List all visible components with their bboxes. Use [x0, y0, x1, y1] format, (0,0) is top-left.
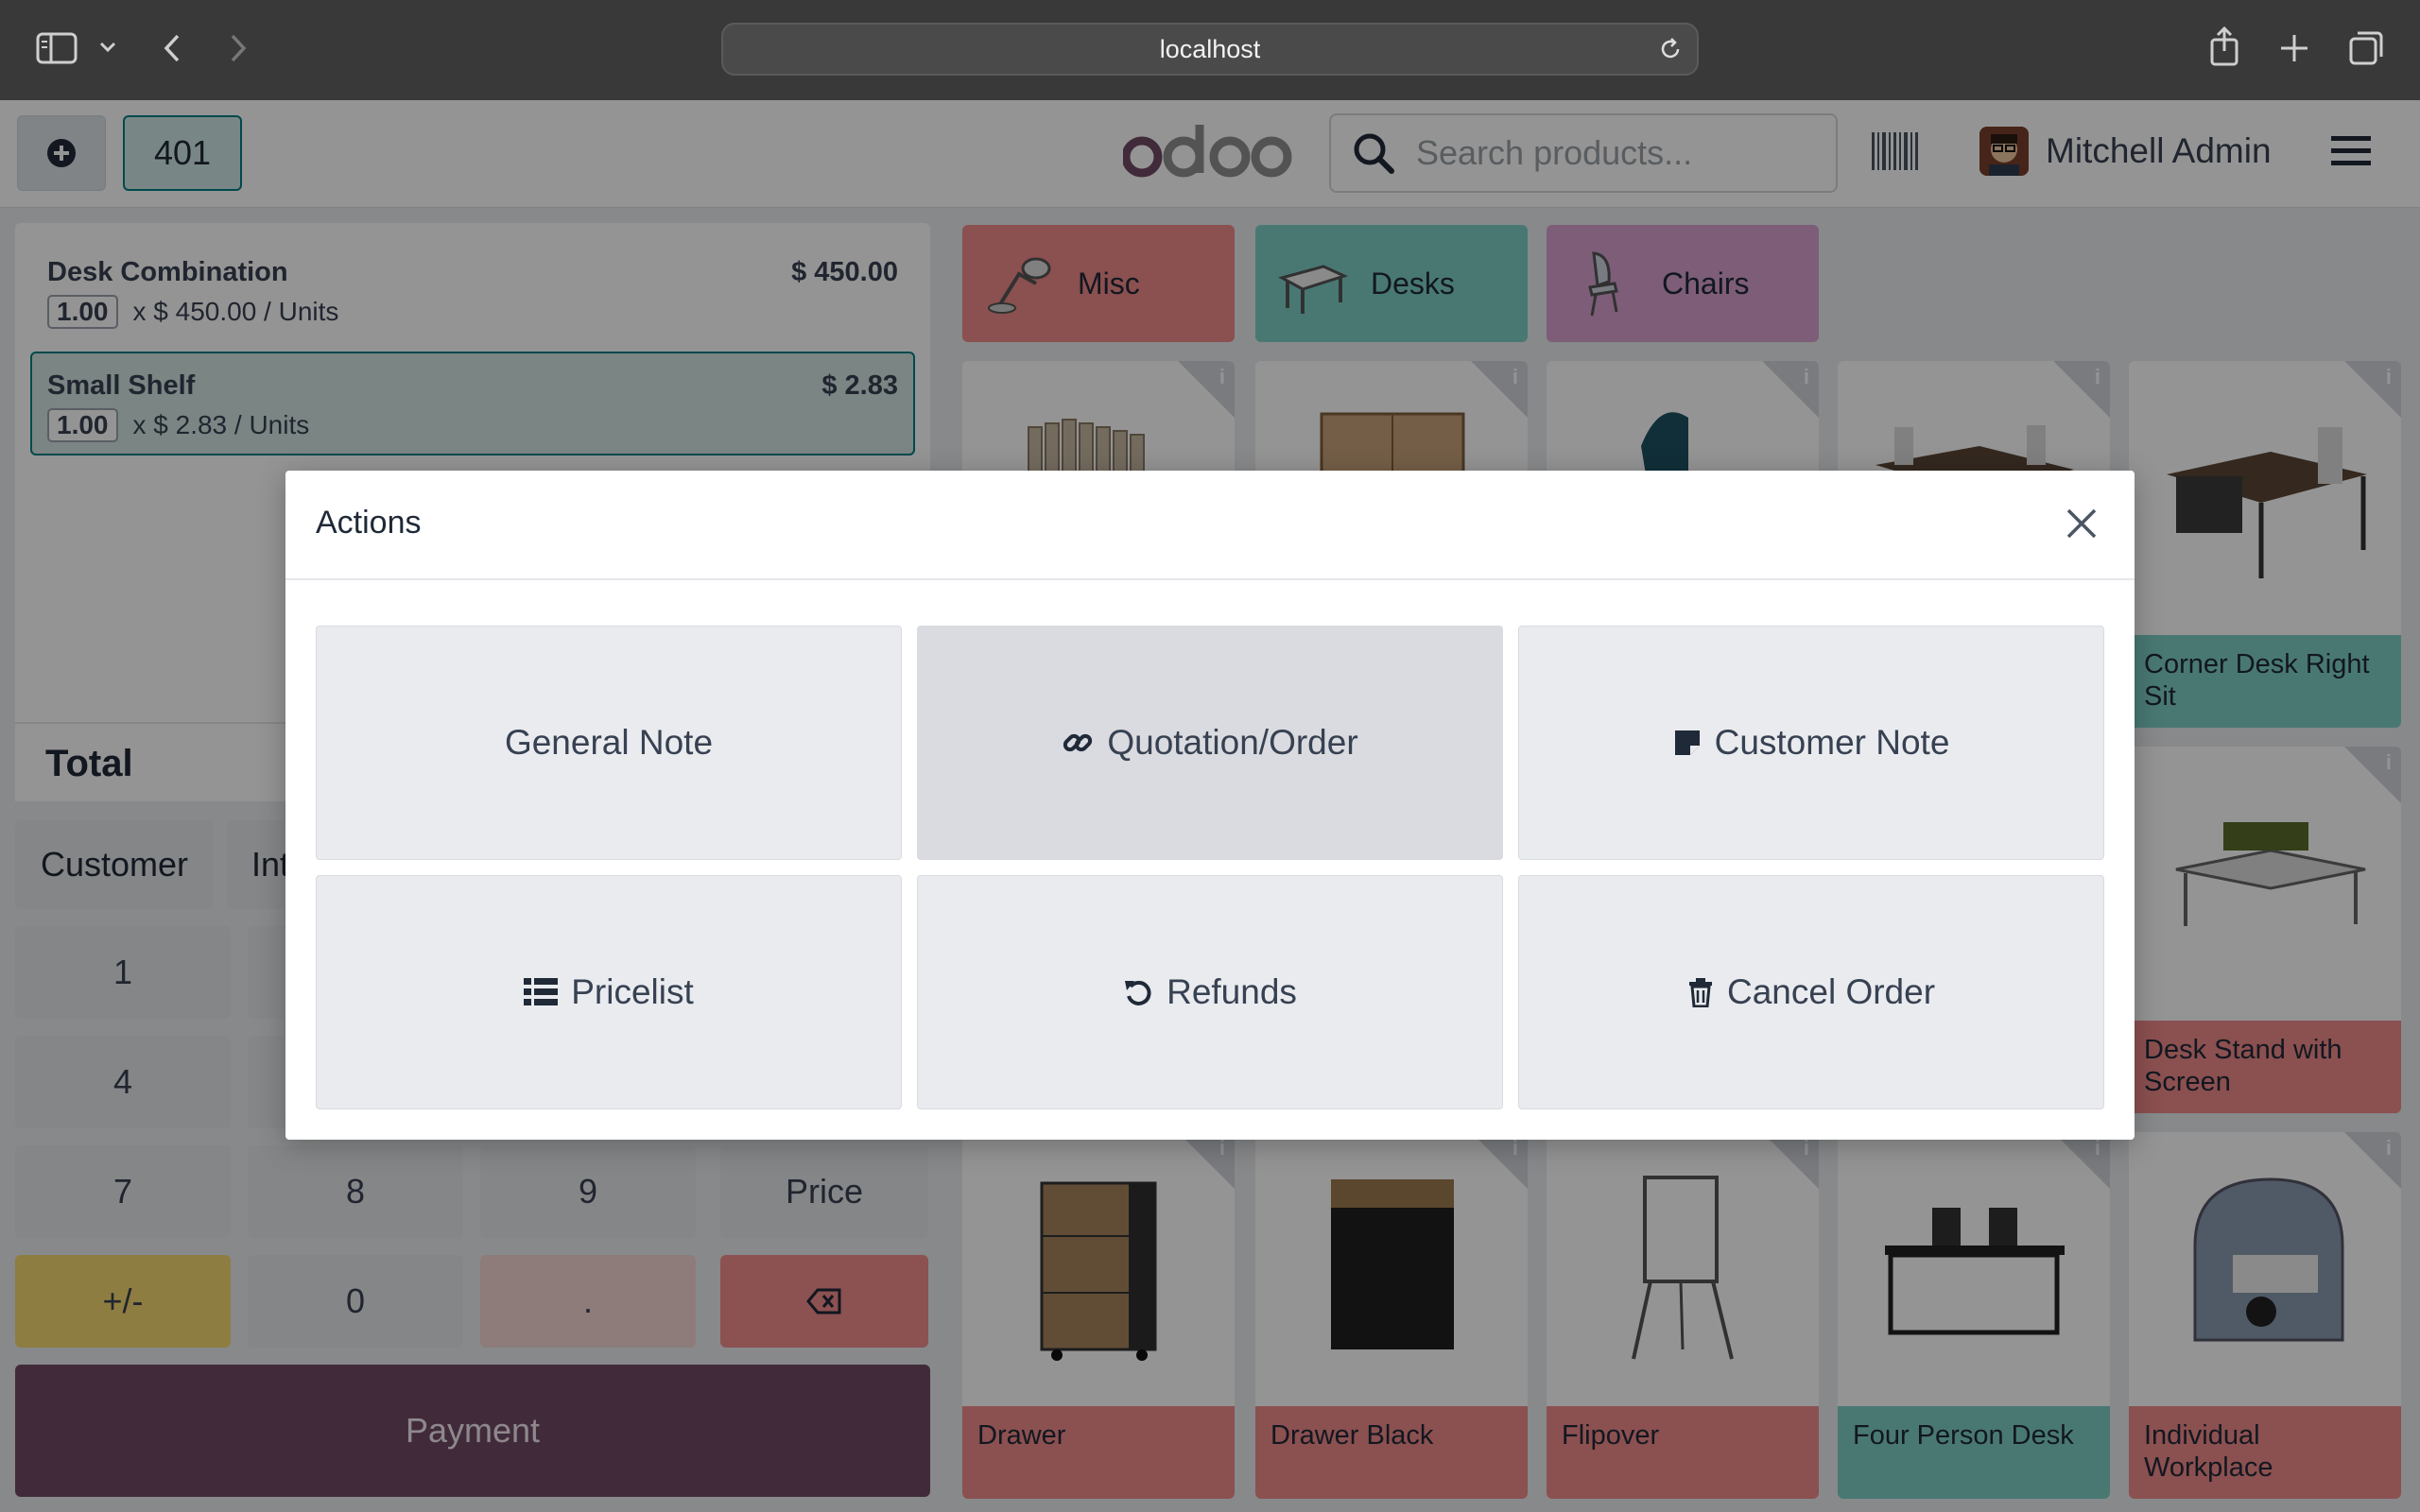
general-note-button[interactable]: General Note — [316, 626, 902, 860]
customer-note-button[interactable]: Customer Note — [1518, 626, 2104, 860]
browser-toolbar: localhost — [0, 0, 2420, 100]
undo-icon — [1123, 977, 1153, 1007]
url-text: localhost — [1159, 34, 1261, 63]
quotation-order-button[interactable]: Quotation/Order — [917, 626, 1503, 860]
forward-icon[interactable] — [227, 32, 250, 64]
sidebar-toggle-icon[interactable] — [36, 32, 78, 64]
refunds-button[interactable]: Refunds — [917, 875, 1503, 1109]
new-tab-icon[interactable] — [2278, 32, 2310, 64]
share-icon[interactable] — [2208, 26, 2240, 66]
dialog-title: Actions — [316, 505, 422, 541]
dialog-header: Actions — [285, 471, 2135, 580]
link-icon — [1062, 727, 1094, 759]
reload-icon[interactable] — [1657, 36, 1684, 62]
cancel-order-button[interactable]: Cancel Order — [1518, 875, 2104, 1109]
list-icon — [524, 978, 559, 1006]
chevron-down-icon[interactable] — [98, 40, 117, 55]
actions-dialog: Actions General Note Quotation/Order Cus… — [285, 471, 2135, 1140]
trash-icon — [1687, 977, 1714, 1007]
sticky-note-icon — [1673, 729, 1702, 757]
close-icon[interactable] — [2063, 505, 2100, 542]
pricelist-button[interactable]: Pricelist — [316, 875, 902, 1109]
tabs-overview-icon[interactable] — [2348, 30, 2384, 66]
back-icon[interactable] — [161, 32, 183, 64]
address-bar[interactable]: localhost — [721, 23, 1699, 76]
